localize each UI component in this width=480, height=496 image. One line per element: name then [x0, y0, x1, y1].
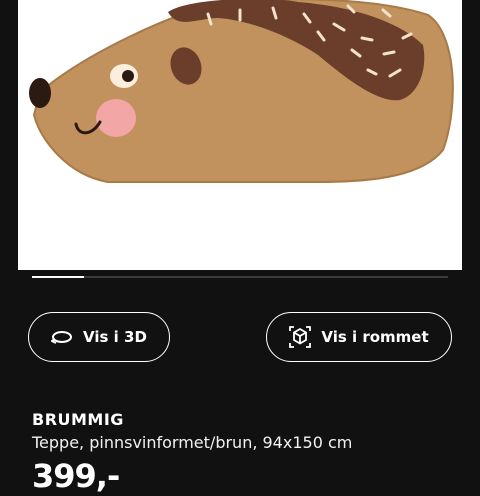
carousel-active-segment [32, 276, 84, 278]
rotate-3d-icon [51, 329, 73, 345]
view-in-room-button[interactable]: Vis i rommet [266, 312, 452, 362]
view-3d-button[interactable]: Vis i 3D [28, 312, 170, 362]
product-image[interactable] [18, 0, 462, 270]
product-price: 399,- [32, 457, 120, 495]
view-3d-label: Vis i 3D [83, 328, 147, 346]
hedgehog-rug-illustration [29, 0, 454, 183]
ar-cube-icon [289, 326, 312, 348]
view-in-room-label: Vis i rommet [321, 328, 429, 346]
product-name: BRUMMIG [32, 410, 124, 429]
image-carousel-indicator[interactable] [32, 276, 448, 278]
product-description: Teppe, pinnsvinformet/brun, 94x150 cm [32, 433, 353, 452]
